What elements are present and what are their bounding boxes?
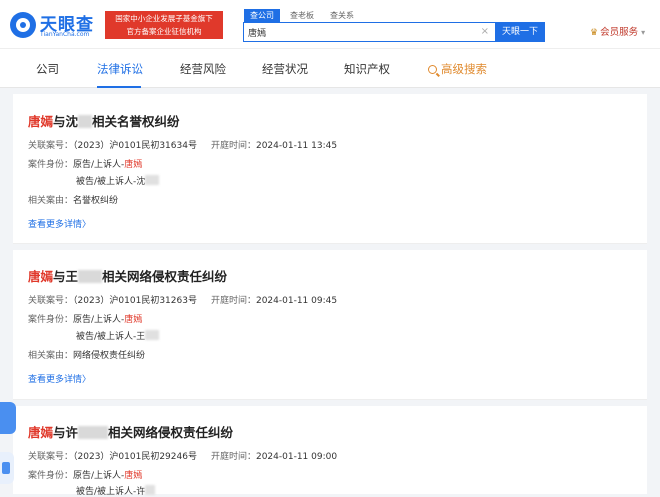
- search-input[interactable]: [248, 25, 473, 39]
- tab-advanced-search[interactable]: 高级搜索: [428, 61, 487, 77]
- tab-business-risk[interactable]: 经营风险: [180, 61, 226, 77]
- search-box: ×: [243, 22, 496, 42]
- case-card: 唐嫣与沈 相关名誉权纠纷 关联案号：（2023）沪0101民初31634号 开庭时间…: [13, 94, 647, 244]
- tab-business-status[interactable]: 经营状况: [262, 61, 308, 77]
- clear-icon[interactable]: ×: [481, 26, 489, 38]
- case-title[interactable]: 唐嫣与王 相关网络侵权责任纠纷: [28, 266, 227, 285]
- tab-ip[interactable]: 知识产权: [344, 61, 390, 77]
- case-role-row: 案件身份：原告/上诉人-唐嫣: [28, 315, 143, 325]
- search-tab-relation[interactable]: 查关系: [324, 9, 360, 22]
- badge-line2: 官方备案企业征信机构: [126, 27, 202, 36]
- view-more-link[interactable]: 查看更多详情〉: [28, 372, 91, 385]
- site-logo[interactable]: 天眼查 TianYanCha.com: [10, 10, 102, 42]
- view-more-link[interactable]: 查看更多详情〉: [28, 217, 91, 230]
- case-cause-row: 相关案由：网络侵权责任纠纷: [28, 351, 146, 361]
- tab-legal[interactable]: 法律诉讼: [97, 61, 143, 77]
- case-list: 唐嫣与沈 相关名誉权纠纷 关联案号：（2023）沪0101民初31634号 开庭时间…: [13, 94, 647, 497]
- vip-label: 会员服务: [600, 27, 639, 38]
- case-title[interactable]: 唐嫣与许 相关网络侵权责任纠纷: [28, 422, 233, 441]
- case-number-row: 关联案号：（2023）沪0101民初31263号 开庭时间：2024-01-11 …: [28, 296, 338, 306]
- floating-side-button[interactable]: [0, 402, 16, 434]
- active-tab-underline: [97, 86, 141, 88]
- search-tab-boss[interactable]: 查老板: [284, 9, 320, 22]
- search-type-tabs: 查公司 查老板 查关系: [244, 9, 364, 22]
- case-title[interactable]: 唐嫣与沈 相关名誉权纠纷: [28, 111, 180, 130]
- defendant-row: 被告/被上诉人-沈: [76, 174, 160, 187]
- advanced-search-label: 高级搜索: [441, 62, 487, 76]
- vip-service-menu[interactable]: ♛ 会员服务 ▾: [590, 24, 645, 38]
- case-cause-row: 相关案由：名誉权纠纷: [28, 196, 119, 206]
- case-number-row: 关联案号：（2023）沪0101民初31634号 开庭时间：2024-01-11 …: [28, 141, 338, 151]
- case-card: 唐嫣与王 相关网络侵权责任纠纷 关联案号：（2023）沪0101民初31263号开…: [13, 250, 647, 400]
- logo-subtext: TianYanCha.com: [40, 31, 90, 38]
- case-role-row: 案件身份：原告/上诉人-唐嫣: [28, 471, 143, 481]
- search-button[interactable]: 天眼一下: [495, 22, 545, 42]
- crown-icon: ♛: [590, 28, 599, 38]
- tab-company[interactable]: 公司: [36, 61, 59, 77]
- official-badge: 国家中小企业发展子基金旗下 官方备案企业征信机构: [105, 11, 223, 39]
- search-tab-company[interactable]: 查公司: [244, 9, 280, 22]
- search-icon: [428, 65, 437, 74]
- case-card: 唐嫣与许 相关网络侵权责任纠纷 关联案号：（2023）沪0101民初29246号开…: [13, 406, 647, 497]
- defendant-row: 被告/被上诉人-许: [76, 484, 156, 497]
- defendant-row: 被告/被上诉人-王: [76, 329, 160, 342]
- eye-logo-icon: [10, 12, 36, 38]
- chevron-down-icon: ▾: [641, 28, 646, 37]
- section-nav: 公司 法律诉讼 经营风险 经营状况 知识产权 高级搜索: [0, 48, 660, 88]
- badge-line1: 国家中小企业发展子基金旗下: [115, 14, 213, 23]
- case-number-row: 关联案号：（2023）沪0101民初29246号 开庭时间：2024-01-11 …: [28, 452, 338, 462]
- floating-phone-icon[interactable]: [0, 452, 14, 484]
- top-header: 天眼查 TianYanCha.com 国家中小企业发展子基金旗下 官方备案企业征…: [0, 0, 660, 48]
- case-role-row: 案件身份：原告/上诉人-唐嫣: [28, 160, 143, 170]
